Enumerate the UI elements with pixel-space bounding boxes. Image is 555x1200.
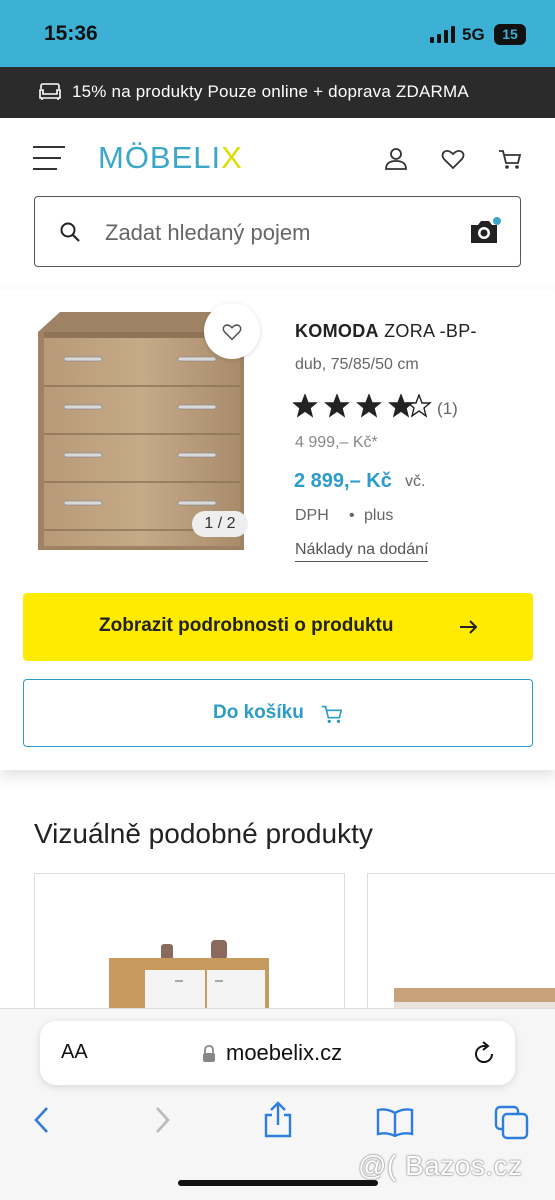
user-icon[interactable]: [383, 146, 409, 172]
logo-text: MÖBELI: [98, 140, 222, 175]
status-bar: 15:36 5G 15: [0, 0, 555, 67]
watermark: @( Bazos.cz: [358, 1150, 523, 1181]
rating-stars: [293, 394, 432, 418]
product-name: ZORA -BP-: [384, 321, 477, 341]
promo-text: 15% na produkty Pouze online + doprava Z…: [72, 82, 469, 101]
text-size-button[interactable]: AA: [61, 1041, 88, 1064]
arrow-right-icon: [460, 620, 478, 634]
product-title[interactable]: KOMODA ZORA -BP-: [295, 321, 477, 342]
url-text: moebelix.cz: [226, 1040, 343, 1065]
similar-product-tile[interactable]: [34, 873, 345, 1013]
tabs-icon[interactable]: [494, 1105, 530, 1141]
address-bar[interactable]: AA moebelix.cz: [40, 1021, 515, 1085]
site-header: MÖBELIX Zadat hledaný pojem: [0, 118, 555, 288]
vat-incl: vč.: [405, 473, 426, 490]
current-price: 2 899,– Kč: [294, 470, 392, 492]
search-input[interactable]: Zadat hledaný pojem: [34, 196, 521, 267]
status-time: 15:36: [44, 22, 98, 45]
plus-label: plus: [364, 507, 394, 524]
show-details-label: Zobrazit podrobnosti o produktu: [99, 615, 394, 636]
cart-icon: [321, 705, 343, 724]
camera-icon[interactable]: [469, 217, 501, 245]
forward-icon[interactable]: [150, 1105, 174, 1135]
logo-text-x: X: [221, 140, 243, 175]
show-details-button[interactable]: Zobrazit podrobnosti o produktu: [23, 593, 533, 661]
signal-icon: [430, 26, 455, 43]
cart-icon[interactable]: [497, 146, 523, 172]
lock-icon: [203, 1045, 215, 1062]
old-price: 4 999,– Kč*: [295, 434, 378, 451]
heart-icon: [222, 324, 242, 341]
network-type: 5G: [462, 25, 485, 44]
image-pager: 1 / 2: [192, 511, 248, 537]
search-placeholder: Zadat hledaný pojem: [105, 220, 311, 245]
sofa-icon: [39, 83, 61, 100]
vat-label: DPH: [295, 507, 329, 524]
product-variant: dub, 75/85/50 cm: [295, 356, 419, 373]
similar-product-image: [394, 988, 555, 1012]
bullet: •: [349, 507, 355, 524]
similar-product-image: [109, 940, 269, 1012]
logo[interactable]: MÖBELIX: [98, 140, 243, 176]
menu-icon[interactable]: [33, 146, 65, 170]
add-to-cart-label: Do košíku: [213, 702, 304, 723]
heart-icon[interactable]: [440, 146, 466, 172]
wishlist-button[interactable]: [204, 303, 260, 359]
product-card: 1 / 2 KOMODA ZORA -BP- dub, 75/85/50 cm …: [0, 290, 555, 770]
delivery-costs-link[interactable]: Náklady na dodání: [295, 541, 429, 562]
search-icon: [60, 222, 80, 242]
similar-product-tile[interactable]: [367, 873, 555, 1013]
star-icon: [293, 394, 432, 418]
share-icon[interactable]: [262, 1101, 294, 1139]
back-icon[interactable]: [30, 1105, 54, 1135]
bookmarks-icon[interactable]: [376, 1107, 414, 1137]
add-to-cart-button[interactable]: Do košíku: [23, 679, 533, 747]
home-indicator: [178, 1180, 378, 1186]
product-brand: KOMODA: [295, 321, 379, 341]
battery-indicator: 15: [494, 24, 526, 45]
reload-icon[interactable]: [471, 1041, 497, 1067]
similar-products-heading: Vizuálně podobné produkty: [34, 818, 373, 849]
rating-count[interactable]: (1): [437, 399, 458, 419]
promo-banner[interactable]: 15% na produkty Pouze online + doprava Z…: [0, 67, 555, 118]
